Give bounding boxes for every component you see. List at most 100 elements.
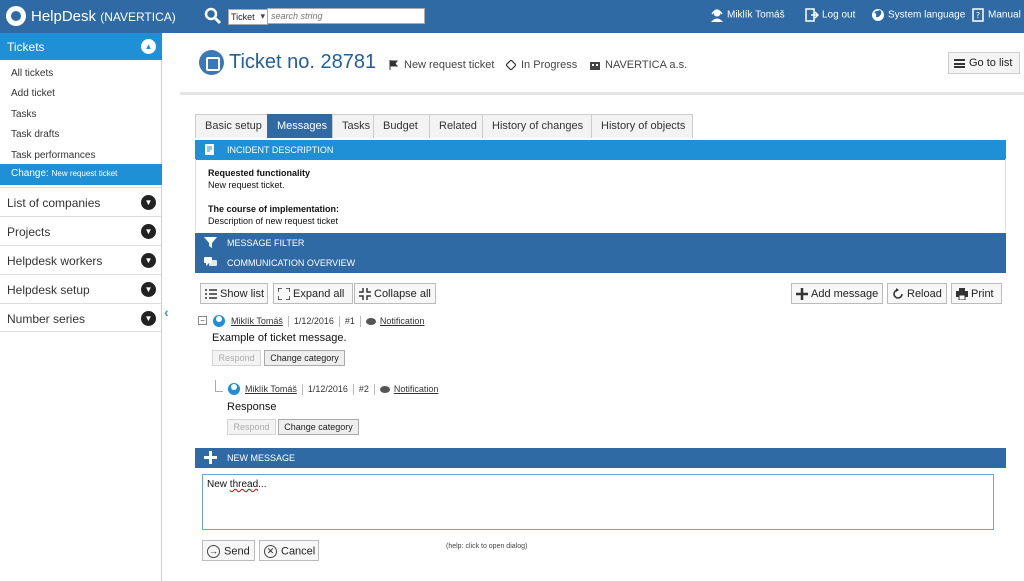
tab-messages[interactable]: Messages: [267, 114, 333, 138]
message-kind-link[interactable]: Notification: [394, 384, 439, 394]
sidebar-section-helpdesk-setup[interactable]: Helpdesk setup ▼: [0, 274, 162, 303]
incident-content: Requested functionality New request tick…: [195, 159, 1006, 231]
sidebar-section-projects[interactable]: Projects ▼: [0, 216, 162, 245]
add-message-label: Add message: [811, 288, 879, 300]
expand-all-button[interactable]: Expand all: [273, 283, 353, 304]
message-header: Miklík Tomáš 1/12/2016 #1 Notification: [231, 316, 425, 328]
incident-bar-label: INCIDENT DESCRIPTION: [227, 145, 334, 155]
expand-down-icon[interactable]: ▼: [141, 195, 156, 210]
sidebar-section-helpdesk-workers[interactable]: Helpdesk workers ▼: [0, 245, 162, 274]
sidebar-item-tasks[interactable]: Tasks: [0, 105, 162, 124]
sidebar-tickets-label: Tickets: [7, 40, 45, 54]
message-number: #1: [344, 316, 355, 326]
respond-button[interactable]: Respond: [212, 350, 261, 366]
sidebar-collapse-chevron-icon[interactable]: ‹: [164, 304, 174, 320]
new-message-bar[interactable]: NEW MESSAGE: [195, 448, 1006, 468]
separator: [287, 316, 289, 328]
message-author-link[interactable]: Miklík Tomáš: [245, 384, 297, 394]
svg-text:?: ?: [976, 11, 980, 20]
communication-overview-bar[interactable]: COMMUNICATION OVERVIEW: [195, 253, 1006, 273]
app-title[interactable]: HelpDesk (NAVERTICA): [31, 8, 176, 25]
section-label: Projects: [7, 225, 51, 239]
logout-button[interactable]: Log out: [805, 8, 855, 22]
manual-button[interactable]: ? Manual: [971, 8, 1021, 22]
send-button[interactable]: → Send: [202, 540, 255, 561]
tab-history-of-objects[interactable]: History of objects: [591, 114, 693, 138]
document-edit-icon: [205, 144, 214, 155]
tab-basic-setup[interactable]: Basic setup: [195, 114, 268, 138]
add-message-button[interactable]: Add message: [791, 283, 883, 304]
show-list-button[interactable]: Show list: [200, 283, 268, 304]
print-button[interactable]: Print: [951, 283, 1002, 304]
app-name: HelpDesk: [31, 8, 97, 25]
message-text-suffix: ...: [258, 479, 267, 490]
help-link[interactable]: (help: click to open dialog): [446, 543, 527, 550]
message-date: 1/12/2016: [293, 316, 334, 326]
sidebar-item-all-tickets[interactable]: All tickets: [0, 64, 162, 83]
logout-label: Log out: [822, 9, 856, 21]
system-language-button[interactable]: System language: [871, 8, 965, 22]
list-icon: [954, 58, 965, 68]
plus-icon: [796, 288, 808, 301]
search-type-select[interactable]: Ticket: [228, 9, 268, 25]
notification-eye-icon: [365, 318, 376, 326]
user-avatar-icon: [228, 383, 240, 395]
thread-collapse-icon[interactable]: −: [198, 316, 207, 325]
sidebar-tickets-header[interactable]: Tickets ▲: [0, 33, 162, 60]
send-arrow-icon: →: [207, 545, 220, 558]
separator: [301, 384, 303, 396]
new-message-label: NEW MESSAGE: [227, 453, 296, 463]
user-name: Miklík Tomáš: [727, 9, 785, 21]
section-label: Number series: [7, 312, 86, 326]
collapse-all-button[interactable]: Collapse all: [354, 283, 436, 304]
collapse-arrows-icon: [359, 288, 371, 301]
tab-budget[interactable]: Budget: [373, 114, 430, 138]
sidebar-item-task-performances[interactable]: Task performances: [0, 146, 162, 165]
separator: [359, 316, 361, 328]
collapse-all-label: Collapse all: [374, 288, 431, 300]
tab-related[interactable]: Related: [429, 114, 483, 138]
helpdesk-logo-icon[interactable]: [6, 6, 26, 26]
reload-button[interactable]: Reload: [887, 283, 947, 304]
respond-button[interactable]: Respond: [227, 419, 276, 435]
search-input[interactable]: [267, 8, 425, 24]
help-book-icon: ?: [972, 8, 984, 22]
separator: [338, 316, 340, 328]
tab-history-of-changes[interactable]: History of changes: [482, 114, 592, 138]
sidebar-item-change-active[interactable]: Change: New request ticket: [0, 164, 162, 185]
chat-bubbles-icon: [204, 257, 217, 266]
message-author-link[interactable]: Miklík Tomáš: [231, 316, 283, 326]
cancel-button[interactable]: ✕ Cancel: [259, 540, 319, 561]
user-menu[interactable]: Miklík Tomáš: [710, 8, 785, 22]
new-message-textarea[interactable]: New thread...: [202, 474, 994, 530]
expand-down-icon[interactable]: ▼: [141, 253, 156, 268]
go-to-list-button[interactable]: Go to list: [948, 52, 1020, 74]
system-language-label: System language: [888, 9, 966, 21]
ticket-status: In Progress: [506, 59, 577, 71]
message-text-word: thread: [229, 479, 259, 490]
app-org: (NAVERTICA): [100, 10, 176, 24]
notification-eye-icon: [379, 386, 390, 394]
message-date: 1/12/2016: [307, 384, 348, 394]
incident-description-bar[interactable]: INCIDENT DESCRIPTION: [195, 140, 1006, 160]
plus-icon: [204, 451, 217, 464]
message-filter-bar[interactable]: MESSAGE FILTER: [195, 233, 1006, 253]
message-kind-link[interactable]: Notification: [380, 316, 425, 326]
search-icon[interactable]: [204, 7, 222, 25]
change-category-button[interactable]: Change category: [278, 419, 359, 435]
sidebar-section-companies[interactable]: List of companies ▼: [0, 187, 162, 216]
expand-down-icon[interactable]: ▼: [141, 311, 156, 326]
sidebar-item-add-ticket[interactable]: Add ticket: [0, 84, 162, 103]
company-building-icon: [590, 62, 600, 71]
change-category-button[interactable]: Change category: [264, 350, 345, 366]
expand-down-icon[interactable]: ▼: [141, 282, 156, 297]
ticket-type: New request ticket: [389, 59, 494, 71]
sidebar-item-task-drafts[interactable]: Task drafts: [0, 125, 162, 144]
go-to-list-label: Go to list: [969, 57, 1013, 69]
ticket-status-label: In Progress: [521, 59, 578, 71]
expand-down-icon[interactable]: ▼: [141, 224, 156, 239]
section-label: Helpdesk setup: [7, 283, 90, 297]
collapse-up-icon[interactable]: ▲: [141, 39, 156, 54]
sidebar-section-number-series[interactable]: Number series ▼: [0, 303, 162, 332]
tab-tasks[interactable]: Tasks: [332, 114, 374, 138]
